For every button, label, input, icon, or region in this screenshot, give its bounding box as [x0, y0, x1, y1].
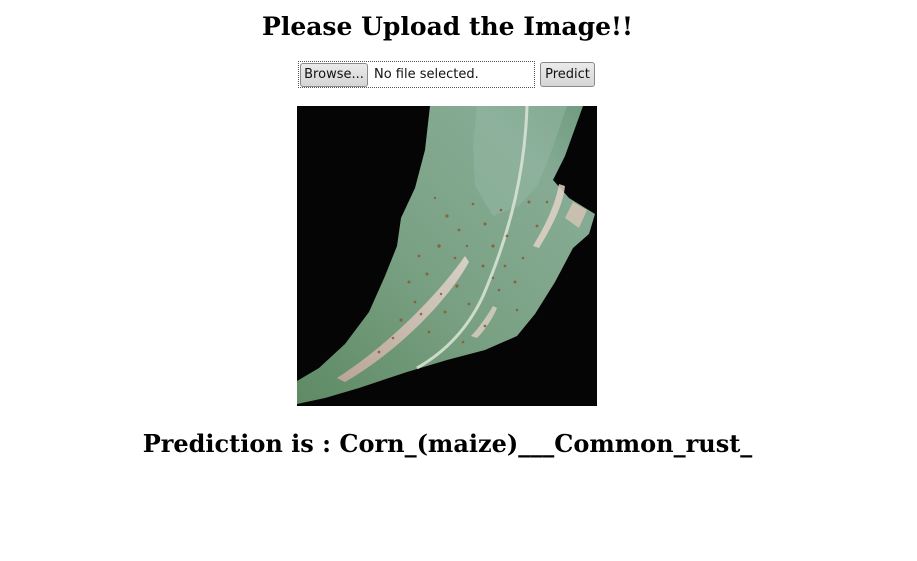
- page-title: Please Upload the Image!!: [262, 12, 633, 41]
- predict-button[interactable]: Predict: [540, 62, 595, 87]
- file-input[interactable]: Browse... No file selected.: [298, 61, 535, 88]
- uploaded-leaf-image: [297, 106, 597, 406]
- browse-button[interactable]: Browse...: [300, 62, 368, 87]
- page-container: Please Upload the Image!! Browse... No f…: [0, 0, 917, 561]
- file-status-text: No file selected.: [374, 67, 479, 82]
- leaf-illustration: [297, 106, 597, 406]
- upload-form: Browse... No file selected. Predict: [298, 61, 595, 88]
- prediction-result: Prediction is : Corn_(maize)___Common_ru…: [142, 429, 753, 458]
